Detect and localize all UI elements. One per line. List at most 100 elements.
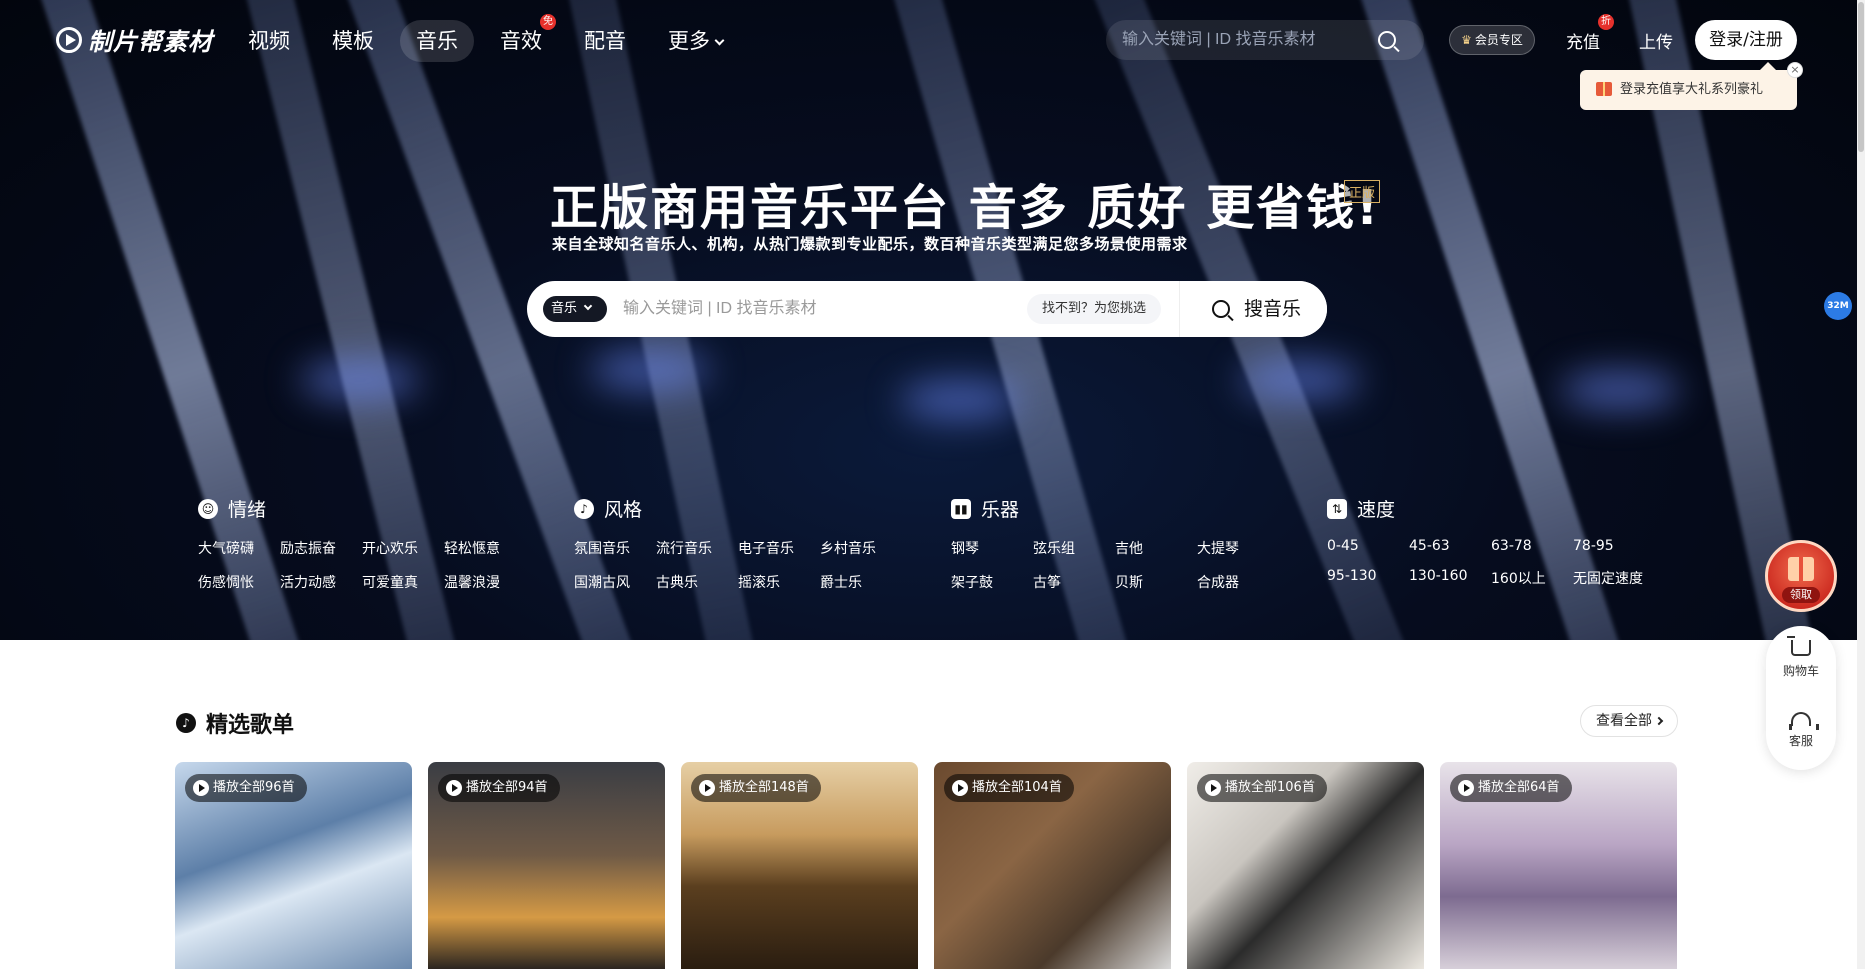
view-all-label: 查看全部: [1596, 713, 1652, 729]
cart-icon: [1787, 636, 1811, 656]
tempo-tag[interactable]: 160以上: [1491, 568, 1573, 588]
floor-glow-decoration: [300, 360, 420, 400]
playlist-card[interactable]: 播放全部94首: [428, 762, 665, 969]
mood-tag[interactable]: 伤感惆怅: [198, 572, 280, 592]
tempo-icon: ⇅: [1327, 498, 1347, 519]
style-tag[interactable]: 流行音乐: [656, 538, 738, 558]
hero-headline: 正版商用音乐平台 音多 质好 更省钱!: [550, 180, 1381, 236]
hero-search-bar: 音乐 找不到？为您挑选 搜音乐: [527, 281, 1327, 337]
cart-button[interactable]: 购物车: [1766, 636, 1836, 679]
tempo-tag[interactable]: 95-130: [1327, 568, 1409, 588]
play-all-button[interactable]: 播放全部96首: [185, 774, 307, 802]
style-tag[interactable]: 摇滚乐: [738, 572, 820, 592]
instrument-tag[interactable]: 古筝: [1033, 572, 1115, 592]
style-tag[interactable]: 爵士乐: [820, 572, 902, 592]
recharge-promo-tooltip[interactable]: 登录充值享大礼系列豪礼 ×: [1580, 62, 1803, 110]
view-all-button[interactable]: 查看全部: [1580, 705, 1678, 737]
nav-item-video[interactable]: 视频: [232, 20, 306, 62]
play-all-button[interactable]: 播放全部64首: [1450, 774, 1572, 802]
site-logo[interactable]: 制片帮素材: [56, 22, 213, 57]
play-all-button[interactable]: 播放全部148首: [691, 774, 821, 802]
playlist-card[interactable]: 播放全部148首: [681, 762, 918, 969]
instrument-tag[interactable]: 架子鼓: [951, 572, 1033, 592]
tooltip-text: 登录充值享大礼系列豪礼: [1620, 82, 1764, 97]
login-register-button[interactable]: 登录/注册: [1695, 20, 1797, 60]
mood-tag[interactable]: 轻松惬意: [444, 538, 526, 558]
nav-item-sound-effects[interactable]: 音效免: [484, 14, 558, 62]
mood-tag[interactable]: 大气磅礴: [198, 538, 280, 558]
crown-icon: ♛: [1461, 33, 1472, 47]
close-icon[interactable]: ×: [1787, 62, 1803, 78]
category-title: 速度: [1357, 499, 1396, 521]
category-style: ♪ 风格 氛围音乐 流行音乐 电子音乐 乡村音乐 国潮古风 古典乐 摇滚乐 爵士乐: [574, 495, 902, 592]
playlist-card[interactable]: 播放全部104首: [934, 762, 1171, 969]
chevron-down-icon: [583, 301, 593, 311]
vip-zone-button[interactable]: ♛ 会员专区: [1449, 25, 1535, 55]
style-tag[interactable]: 国潮古风: [574, 572, 656, 592]
play-all-button[interactable]: 播放全部94首: [438, 774, 560, 802]
tempo-tag[interactable]: 63-78: [1491, 538, 1573, 554]
upload-link[interactable]: 上传: [1639, 28, 1673, 53]
category-title: 乐器: [981, 499, 1020, 521]
instrument-tag[interactable]: 贝斯: [1115, 572, 1197, 592]
search-category-select[interactable]: 音乐: [543, 296, 607, 322]
pick-for-me-button[interactable]: 找不到？为您挑选: [1027, 294, 1161, 324]
playlist-card[interactable]: 播放全部96首: [175, 762, 412, 969]
top-search-bar: [1106, 20, 1424, 60]
playlist-card[interactable]: 播放全部64首: [1440, 762, 1677, 969]
customer-service-button[interactable]: 客服: [1766, 712, 1836, 749]
nav-item-template[interactable]: 模板: [316, 20, 390, 62]
tempo-tag[interactable]: 78-95: [1573, 538, 1655, 554]
instrument-tag[interactable]: 吉他: [1115, 538, 1197, 558]
style-tag[interactable]: 古典乐: [656, 572, 738, 592]
storage-badge[interactable]: 32M: [1824, 292, 1852, 320]
instrument-tag[interactable]: 合成器: [1197, 572, 1279, 592]
style-tag[interactable]: 氛围音乐: [574, 538, 656, 558]
smile-icon: ☺: [198, 498, 218, 519]
customer-service-label: 客服: [1788, 734, 1813, 748]
category-title: 情绪: [228, 499, 267, 521]
nav-item-label: 音效: [500, 29, 542, 53]
playlist-card[interactable]: 播放全部106首: [1187, 762, 1424, 969]
gift-icon: [1596, 82, 1612, 96]
hero-search-input[interactable]: [623, 289, 923, 329]
play-all-button[interactable]: 播放全部106首: [1197, 774, 1327, 802]
nav-item-more[interactable]: 更多: [652, 20, 739, 62]
gift-claim-button[interactable]: 领取: [1765, 540, 1837, 612]
page-scrollbar[interactable]: [1857, 0, 1865, 969]
genuine-badge: 正版: [1344, 180, 1381, 203]
play-all-button[interactable]: 播放全部104首: [944, 774, 1074, 802]
mood-tag[interactable]: 活力动感: [280, 572, 362, 592]
tempo-tag[interactable]: 0-45: [1327, 538, 1409, 554]
recharge-link[interactable]: 充值 折: [1566, 14, 1614, 53]
mood-tag[interactable]: 温馨浪漫: [444, 572, 526, 592]
instrument-tag[interactable]: 大提琴: [1197, 538, 1279, 558]
tempo-tag[interactable]: 无固定速度: [1573, 568, 1655, 588]
cart-label: 购物车: [1782, 664, 1819, 678]
music-note-icon: ♪: [574, 498, 594, 519]
play-all-label: 播放全部94首: [466, 780, 548, 795]
music-note-icon: ♪: [176, 713, 196, 733]
search-icon[interactable]: [1378, 31, 1396, 49]
instrument-tag[interactable]: 弦乐组: [1033, 538, 1115, 558]
search-music-button[interactable]: 搜音乐: [1179, 281, 1327, 337]
nav-item-voiceover[interactable]: 配音: [568, 20, 642, 62]
nav-item-music[interactable]: 音乐: [400, 20, 474, 62]
tempo-tag[interactable]: 45-63: [1409, 538, 1491, 554]
chevron-down-icon: [714, 35, 725, 46]
mood-tag[interactable]: 开心欢乐: [362, 538, 444, 558]
style-tag[interactable]: 电子音乐: [738, 538, 820, 558]
mood-tag[interactable]: 励志振奋: [280, 538, 362, 558]
headset-icon: [1789, 712, 1819, 730]
vip-zone-label: 会员专区: [1474, 33, 1523, 47]
style-tag[interactable]: 乡村音乐: [820, 538, 902, 558]
top-search-input[interactable]: [1122, 20, 1372, 60]
chevron-right-icon: [1654, 716, 1664, 726]
instrument-tag[interactable]: 钢琴: [951, 538, 1033, 558]
section-title: 精选歌单: [206, 713, 295, 738]
tempo-tag[interactable]: 130-160: [1409, 568, 1491, 588]
mood-tag[interactable]: 可爱童真: [362, 572, 444, 592]
top-navbar: 制片帮素材 视频 模板 音乐 音效免 配音 更多 ♛会员专区 充值 折 上传 登…: [0, 0, 1865, 110]
scrollbar-thumb[interactable]: [1858, 2, 1864, 152]
category-mood: ☺ 情绪 大气磅礴 励志振奋 开心欢乐 轻松惬意 伤感惆怅 活力动感 可爱童真 温…: [198, 495, 526, 592]
